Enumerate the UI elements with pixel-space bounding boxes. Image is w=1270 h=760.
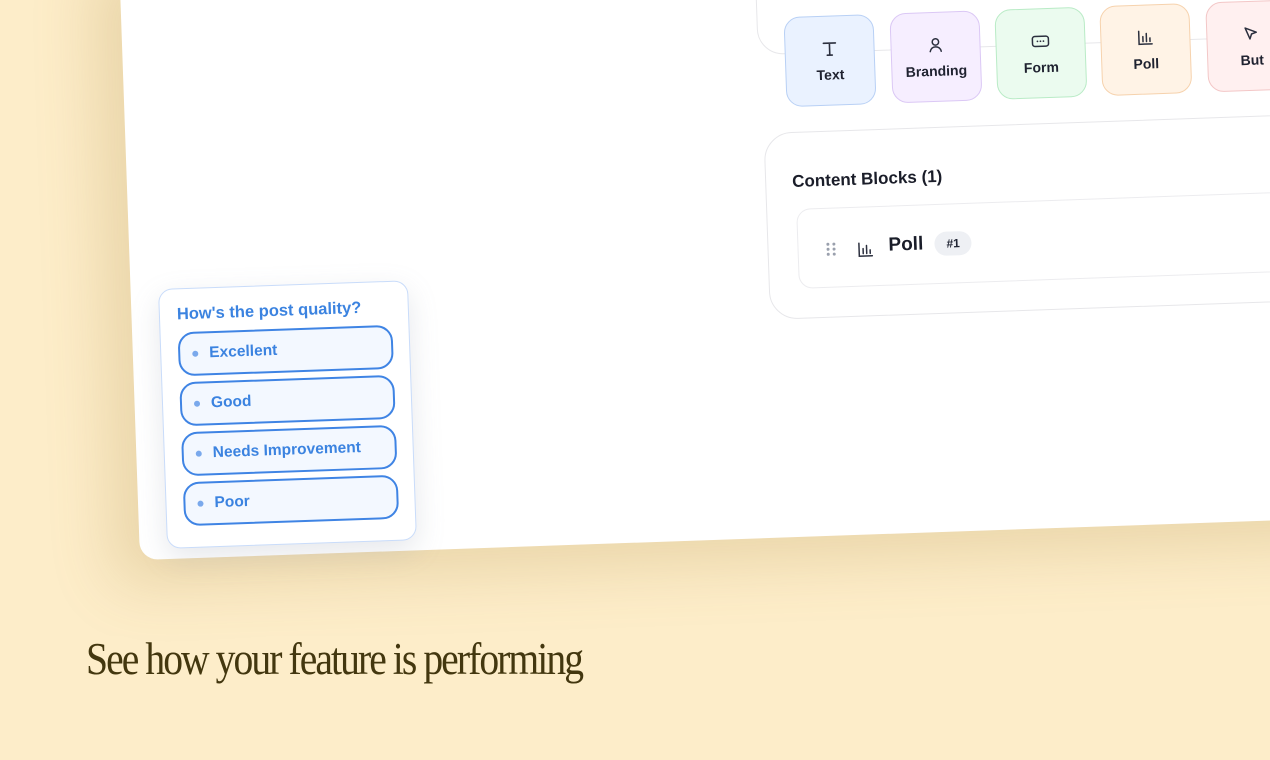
poll-option-label: Good	[210, 392, 252, 412]
stage: Text Branding Form Poll But Content Bloc…	[0, 0, 1270, 760]
content-type-branding-button[interactable]: Branding	[889, 10, 983, 104]
poll-option-label: Poor	[214, 492, 251, 512]
content-type-text-button[interactable]: Text	[783, 14, 877, 108]
poll-option-needs-improvement[interactable]: Needs Improvement	[181, 424, 398, 477]
headline: See how your feature is performing	[86, 634, 584, 684]
content-type-label: But	[1240, 51, 1265, 69]
content-type-label: Form	[1023, 58, 1060, 76]
content-type-poll-button[interactable]: Poll	[1099, 3, 1193, 97]
bullet-icon	[197, 500, 204, 507]
content-block-name: Poll	[888, 233, 924, 256]
poll-option-label: Needs Improvement	[212, 439, 362, 462]
cursor-icon	[1242, 24, 1261, 45]
bullet-icon	[193, 400, 201, 407]
content-type-label: Branding	[905, 61, 968, 80]
bar-chart-icon	[1136, 27, 1155, 48]
user-icon	[926, 35, 945, 56]
bullet-icon	[195, 450, 202, 457]
bullet-icon	[192, 350, 199, 357]
poll-option-good[interactable]: Good	[179, 374, 396, 427]
content-type-button-button[interactable]: But	[1205, 0, 1270, 93]
content-type-label: Text	[816, 66, 845, 84]
poll-widget: How's the post quality? Excellent Good N…	[158, 280, 417, 549]
poll-question: How's the post quality?	[176, 298, 362, 324]
form-icon	[1030, 31, 1051, 52]
poll-option-label: Excellent	[208, 341, 278, 362]
drag-handle-icon[interactable]	[826, 242, 836, 257]
content-type-label: Poll	[1133, 55, 1160, 73]
poll-option-excellent[interactable]: Excellent	[177, 324, 394, 377]
content-type-form-button[interactable]: Form	[994, 6, 1088, 100]
poll-option-poor[interactable]: Poor	[182, 474, 400, 527]
content-block-badge: #1	[934, 230, 973, 257]
text-icon	[820, 38, 839, 59]
bar-chart-icon	[856, 240, 875, 264]
